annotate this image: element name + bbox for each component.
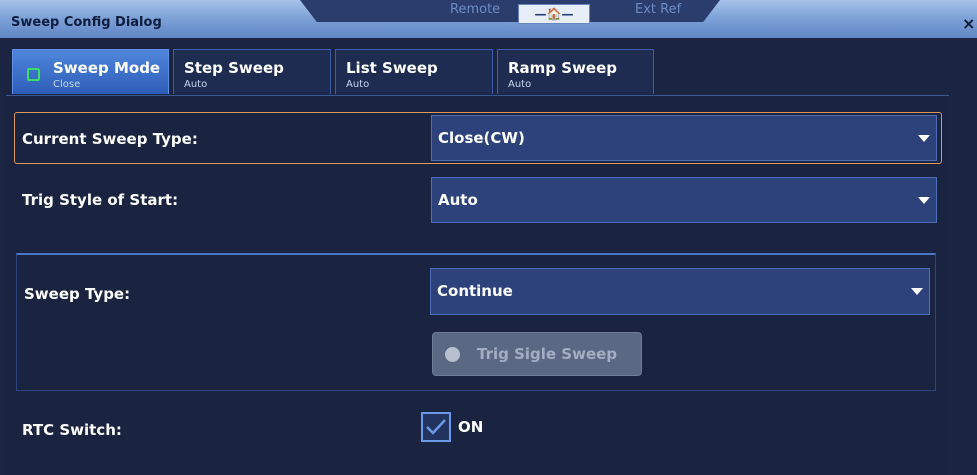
tab-label: Sweep Mode: [53, 59, 161, 77]
tab-label: List Sweep: [346, 59, 438, 77]
sweep-type-label: Sweep Type:: [24, 285, 131, 303]
sweep-mode-panel: Current Sweep Type: Close(CW) Trig Style…: [6, 95, 949, 475]
trig-style-label: Trig Style of Start:: [22, 191, 179, 209]
tab-sweep-mode[interactable]: Sweep Mode Close: [12, 49, 169, 94]
tab-label: Ramp Sweep: [508, 59, 618, 77]
active-tab-indicator-icon: [27, 68, 40, 81]
dialog-titlebar: Remote Ext Ref —🏠— Sweep Config Dialog ×: [0, 0, 977, 38]
tab-sublabel: Auto: [508, 79, 532, 90]
trigger-icon: [445, 347, 460, 362]
close-icon[interactable]: ×: [962, 14, 975, 33]
home-icon: —🏠—: [534, 7, 574, 21]
check-icon: [426, 419, 446, 435]
rtc-switch-label: RTC Switch:: [22, 421, 122, 439]
chevron-down-icon: [918, 197, 930, 204]
dialog-title: Sweep Config Dialog: [11, 15, 162, 30]
chevron-down-icon: [918, 135, 930, 142]
tab-sublabel: Auto: [346, 79, 370, 90]
rtc-switch-checkbox[interactable]: [421, 412, 451, 442]
chevron-down-icon: [911, 288, 923, 295]
sweep-type-select[interactable]: Continue: [430, 268, 930, 315]
current-sweep-type-label: Current Sweep Type:: [22, 130, 198, 148]
tab-list-sweep[interactable]: List Sweep Auto: [335, 49, 493, 94]
ext-ref-status: Ext Ref: [635, 2, 682, 17]
tab-sublabel: Close: [53, 79, 81, 90]
tab-bar: Sweep Mode Close Step Sweep Auto List Sw…: [0, 38, 977, 95]
remote-status: Remote: [450, 2, 501, 17]
tab-step-sweep[interactable]: Step Sweep Auto: [173, 49, 331, 94]
sweep-type-value: Continue: [437, 282, 513, 300]
tab-sublabel: Auto: [184, 79, 208, 90]
trig-style-value: Auto: [438, 191, 478, 209]
rtc-switch-state: ON: [458, 418, 484, 436]
home-button[interactable]: —🏠—: [518, 4, 590, 24]
tab-label: Step Sweep: [184, 59, 284, 77]
trig-single-sweep-label: Trig Sigle Sweep: [477, 345, 618, 363]
current-sweep-type-value: Close(CW): [438, 129, 525, 147]
status-strip: Remote Ext Ref: [300, 0, 720, 22]
trig-single-sweep-button[interactable]: Trig Sigle Sweep: [432, 332, 642, 376]
tab-ramp-sweep[interactable]: Ramp Sweep Auto: [497, 49, 654, 94]
trig-style-select[interactable]: Auto: [431, 177, 937, 223]
current-sweep-type-select[interactable]: Close(CW): [431, 115, 937, 161]
